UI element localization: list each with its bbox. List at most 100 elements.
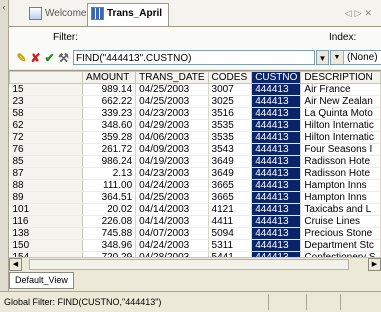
trans-date-cell[interactable]: 04/07/2003 xyxy=(135,227,209,240)
amount-cell[interactable]: 989.14 xyxy=(82,83,137,96)
trans-date-cell[interactable]: 04/14/2003 xyxy=(135,203,209,216)
row-number[interactable]: 138 xyxy=(9,227,84,240)
description-cell[interactable]: Precious Stone xyxy=(300,227,381,240)
row-number[interactable]: 58 xyxy=(9,107,84,120)
column-header-selected[interactable]: CUSTNO xyxy=(251,71,302,84)
amount-cell[interactable]: 348.96 xyxy=(82,239,137,252)
amount-cell[interactable]: 339.23 xyxy=(82,107,137,120)
tab-trans-april[interactable]: Trans_April xyxy=(87,3,170,26)
amount-cell[interactable]: 226.08 xyxy=(82,215,137,228)
scroll-thumb[interactable] xyxy=(29,259,349,270)
custno-cell[interactable]: 444413 xyxy=(251,143,302,156)
table-row[interactable]: 101 20.02 04/14/2003 4121 444413 Taxicabs and… xyxy=(9,203,381,216)
scroll-left-icon[interactable]: ◀ xyxy=(9,258,22,271)
apply-filter-icon[interactable]: ✔ xyxy=(43,52,56,65)
amount-cell[interactable]: 261.72 xyxy=(82,143,137,156)
trans-date-cell[interactable]: 04/24/2003 xyxy=(135,179,209,192)
custno-cell[interactable]: 444413 xyxy=(251,215,302,228)
row-number[interactable]: 23 xyxy=(9,95,84,108)
column-header[interactable]: CODES xyxy=(207,71,253,84)
row-number[interactable]: 116 xyxy=(9,215,84,228)
row-number[interactable]: 89 xyxy=(9,191,84,204)
amount-cell[interactable]: 986.24 xyxy=(82,155,137,168)
filter-dropdown-button[interactable]: ▼ xyxy=(316,50,329,65)
trans-date-cell[interactable]: 04/25/2003 xyxy=(135,95,209,108)
description-cell[interactable]: Hilton Internatic xyxy=(300,119,381,132)
custno-cell[interactable]: 444413 xyxy=(251,155,302,168)
row-number[interactable]: 85 xyxy=(9,155,84,168)
codes-cell[interactable]: 3665 xyxy=(208,191,253,204)
table-row[interactable]: 23 662.22 04/25/2003 3025 444413 Air New Zeal… xyxy=(9,95,381,108)
description-cell[interactable]: Cruise Lines xyxy=(300,215,381,228)
table-row[interactable]: 89 364.51 04/25/2003 3665 444413 Hampton Inns xyxy=(9,191,381,204)
custno-cell[interactable]: 444413 xyxy=(251,191,302,204)
row-number[interactable]: 88 xyxy=(9,179,84,192)
description-cell[interactable]: Air France xyxy=(300,83,381,96)
codes-cell[interactable]: 3516 xyxy=(208,107,253,120)
column-header[interactable]: DESCRIPTION xyxy=(300,71,381,84)
codes-cell[interactable]: 4121 xyxy=(208,203,253,216)
custno-cell[interactable]: 444413 xyxy=(251,95,302,108)
tab-scroll-arrows[interactable]: ◁▷✕ xyxy=(345,8,375,19)
codes-cell[interactable]: 3535 xyxy=(208,119,253,132)
trans-date-cell[interactable]: 04/25/2003 xyxy=(135,83,209,96)
custno-cell[interactable]: 444413 xyxy=(251,203,302,216)
table-row[interactable]: 85 986.24 04/19/2003 3649 444413 Radisson Hot… xyxy=(9,155,381,168)
description-cell[interactable]: Department Stc xyxy=(300,239,381,252)
filter-input[interactable]: FIND("444413".CUSTNO) xyxy=(73,50,315,65)
table-row[interactable]: 58 339.23 04/23/2003 3516 444413 La Quinta Mo… xyxy=(9,107,381,120)
trans-date-cell[interactable]: 04/29/2003 xyxy=(135,119,209,132)
codes-cell[interactable]: 3649 xyxy=(208,155,253,168)
table-row[interactable]: 138 745.88 04/07/2003 5094 444413 Precious St… xyxy=(9,227,381,240)
codes-cell[interactable]: 4411 xyxy=(208,215,253,228)
scroll-right-icon[interactable]: ▶ xyxy=(368,258,381,271)
codes-cell[interactable]: 3535 xyxy=(208,131,253,144)
custno-cell[interactable]: 444413 xyxy=(251,131,302,144)
table-row[interactable]: 76 261.72 04/09/2003 3543 444413 Four Seasons… xyxy=(9,143,381,156)
table-row[interactable]: 62 348.60 04/29/2003 3535 444413 Hilton Inter… xyxy=(9,119,381,132)
index-select[interactable]: ▼ (None) xyxy=(330,50,381,65)
codes-cell[interactable]: 3543 xyxy=(208,143,253,156)
custno-cell[interactable]: 444413 xyxy=(251,227,302,240)
amount-cell[interactable]: 348.60 xyxy=(82,119,137,132)
description-cell[interactable]: Hampton Inns xyxy=(300,191,381,204)
trans-date-cell[interactable]: 04/14/2003 xyxy=(135,215,209,228)
description-cell[interactable]: Four Seasons I xyxy=(300,143,381,156)
amount-cell[interactable]: 2.13 xyxy=(82,167,137,180)
table-row[interactable]: 88 111.00 04/24/2003 3665 444413 Hampton Inns xyxy=(9,179,381,192)
column-header[interactable]: AMOUNT xyxy=(82,71,137,84)
description-cell[interactable]: Hampton Inns xyxy=(300,179,381,192)
custno-cell[interactable]: 444413 xyxy=(251,239,302,252)
trans-date-cell[interactable]: 04/06/2003 xyxy=(135,131,209,144)
custno-cell[interactable]: 444413 xyxy=(251,83,302,96)
codes-cell[interactable]: 3665 xyxy=(208,179,253,192)
filter-builder-icon[interactable]: ⚒ xyxy=(57,52,70,65)
description-cell[interactable]: Hilton Internatic xyxy=(300,131,381,144)
row-number[interactable]: 87 xyxy=(9,167,84,180)
table-row[interactable]: 87 2.13 04/23/2003 3649 444413 Radisson Hote xyxy=(9,167,381,180)
amount-cell[interactable]: 359.28 xyxy=(82,131,137,144)
data-grid[interactable]: AMOUNT TRANS_DATE CODES CUSTNO DESCRIPTI… xyxy=(9,70,381,257)
amount-cell[interactable]: 745.88 xyxy=(82,227,137,240)
table-row[interactable]: 150 348.96 04/24/2003 5311 444413 Department … xyxy=(9,239,381,252)
description-cell[interactable]: La Quinta Moto xyxy=(300,107,381,120)
codes-cell[interactable]: 3025 xyxy=(208,95,253,108)
amount-cell[interactable]: 364.51 xyxy=(82,191,137,204)
amount-cell[interactable]: 662.22 xyxy=(82,95,137,108)
codes-cell[interactable]: 3649 xyxy=(208,167,253,180)
description-cell[interactable]: Radisson Hote xyxy=(300,167,381,180)
trans-date-cell[interactable]: 04/25/2003 xyxy=(135,191,209,204)
view-tab[interactable]: Default_View xyxy=(9,272,74,289)
row-number[interactable]: 101 xyxy=(9,203,84,216)
table-row[interactable]: 116 226.08 04/14/2003 4411 444413 Cruise Line… xyxy=(9,215,381,228)
trans-date-cell[interactable]: 04/23/2003 xyxy=(135,167,209,180)
table-row[interactable]: 15 989.14 04/25/2003 3007 444413 Air France xyxy=(9,83,381,96)
codes-cell[interactable]: 5311 xyxy=(208,239,253,252)
edit-filter-icon[interactable]: ✎ xyxy=(15,52,28,65)
codes-cell[interactable]: 5094 xyxy=(208,227,253,240)
codes-cell[interactable]: 3007 xyxy=(208,83,253,96)
description-cell[interactable]: Taxicabs and L xyxy=(300,203,381,216)
row-number[interactable]: 150 xyxy=(9,239,84,252)
row-number[interactable]: 15 xyxy=(9,83,84,96)
description-cell[interactable]: Radisson Hote xyxy=(300,155,381,168)
